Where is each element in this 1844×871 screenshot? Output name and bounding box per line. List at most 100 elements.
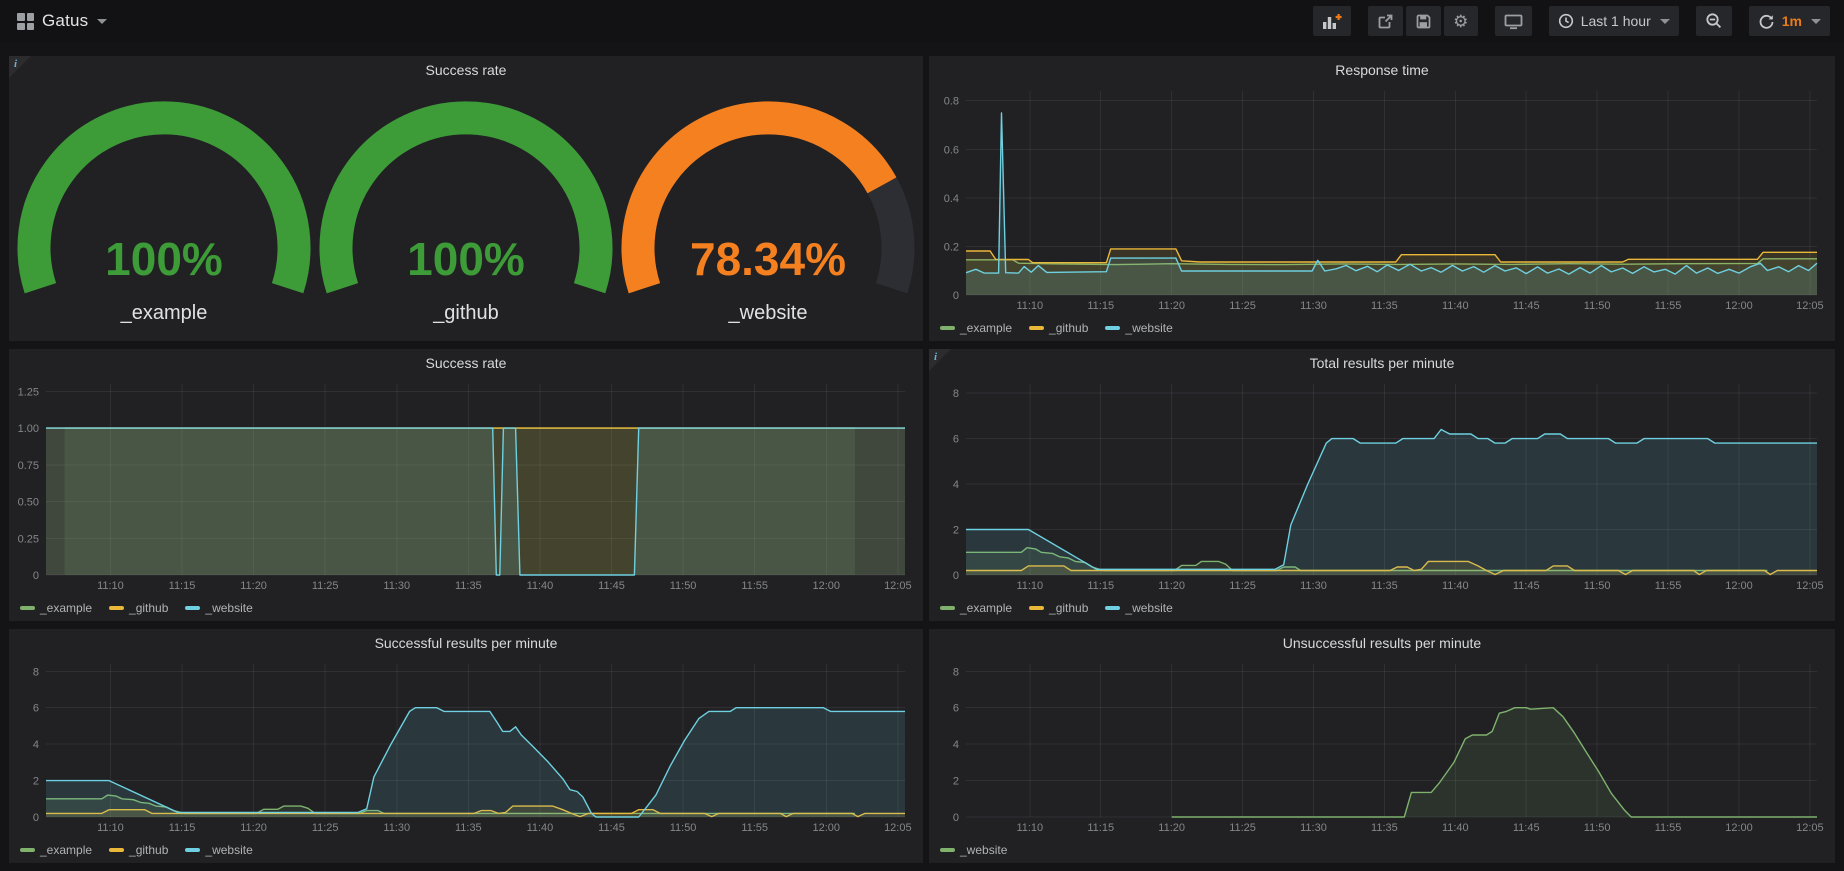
x-tick-label: 11:20 (240, 580, 267, 592)
x-tick-label: 12:05 (884, 822, 912, 834)
legend-item-_example[interactable]: _example (20, 843, 92, 857)
panel-title[interactable]: Success rate (9, 56, 923, 83)
legend-label: _website (1125, 321, 1172, 335)
legend-swatch (1029, 326, 1044, 330)
settings-button[interactable]: ⚙ (1444, 6, 1478, 36)
refresh-button[interactable]: 1m (1749, 6, 1830, 36)
save-icon (1415, 13, 1432, 30)
gauge-label: _github (316, 302, 616, 325)
x-tick-label: 11:15 (1087, 580, 1114, 592)
unsuccessful-results-chart[interactable]: 11:1011:1511:2011:2511:3011:3511:4011:45… (929, 656, 1835, 837)
x-tick-label: 11:20 (1158, 822, 1185, 834)
y-tick-label: 0.50 (18, 497, 39, 509)
panel-info-icon[interactable] (929, 349, 951, 371)
x-tick-label: 11:55 (1655, 580, 1682, 592)
panel-info-icon[interactable] (9, 56, 31, 78)
dashboard-picker-button[interactable]: Gatus (14, 6, 109, 36)
legend-item-_website[interactable]: _website (185, 843, 252, 857)
x-tick-label: 11:50 (1584, 822, 1611, 834)
y-tick-label: 4 (953, 739, 959, 751)
y-tick-label: 6 (953, 703, 959, 715)
y-tick-label: 4 (33, 739, 39, 751)
zoom-out-button[interactable] (1696, 6, 1732, 36)
y-tick-label: 2 (953, 776, 959, 788)
x-tick-label: 11:55 (741, 822, 768, 834)
panel-title[interactable]: Unsuccessful results per minute (929, 629, 1835, 656)
time-range-label: Last 1 hour (1581, 13, 1651, 29)
response-time-chart[interactable]: 11:1011:1511:2011:2511:3011:3511:4011:45… (929, 83, 1835, 315)
x-tick-label: 11:45 (1513, 580, 1540, 592)
x-tick-label: 11:55 (741, 580, 768, 592)
legend-item-_website[interactable]: _website (1105, 601, 1172, 615)
x-tick-label: 11:20 (1158, 300, 1185, 312)
panel-successful-results: Successful results per minute 11:1011:15… (9, 629, 923, 863)
x-tick-label: 11:15 (1087, 300, 1114, 312)
x-tick-label: 11:25 (312, 580, 339, 592)
gauge-row: 100% _example 100% _github 78.34% _websi… (9, 83, 923, 341)
y-tick-label: 1.25 (18, 386, 39, 398)
x-tick-label: 11:35 (1371, 822, 1398, 834)
gauge-arc (618, 86, 918, 338)
gauge-arc (316, 86, 616, 338)
legend-swatch (109, 848, 124, 852)
y-tick-label: 0.4 (944, 193, 959, 205)
x-tick-label: 11:15 (169, 580, 196, 592)
legend-item-_example[interactable]: _example (940, 601, 1012, 615)
chart-legend: _website (929, 837, 1835, 863)
panel-title[interactable]: Response time (929, 56, 1835, 83)
legend-label: _website (960, 843, 1007, 857)
gauge-example: 100% _example (14, 86, 314, 338)
legend-swatch (185, 848, 200, 852)
legend-swatch (20, 848, 35, 852)
y-tick-label: 2 (33, 776, 39, 788)
panel-title[interactable]: Total results per minute (929, 349, 1835, 376)
gauge-arc (14, 86, 314, 338)
chart-legend: _example _github _website (929, 315, 1835, 341)
legend-label: _github (1049, 601, 1088, 615)
panel-title[interactable]: Successful results per minute (9, 629, 923, 656)
y-tick-label: 0.75 (18, 460, 39, 472)
y-tick-label: 0.25 (18, 533, 39, 545)
dashboard-title: Gatus (42, 11, 88, 31)
y-tick-label: 6 (953, 434, 959, 446)
y-tick-label: 4 (953, 479, 959, 491)
x-tick-label: 11:10 (1016, 822, 1043, 834)
legend-swatch (109, 606, 124, 610)
x-tick-label: 11:25 (312, 822, 339, 834)
legend-swatch (1105, 606, 1120, 610)
success-rate-chart[interactable]: 11:1011:1511:2011:2511:3011:3511:4011:45… (9, 376, 923, 595)
legend-item-_github[interactable]: _github (109, 843, 168, 857)
add-panel-button[interactable] (1313, 6, 1351, 36)
legend-item-_github[interactable]: _github (1029, 321, 1088, 335)
x-tick-label: 11:35 (1371, 300, 1398, 312)
tv-mode-button[interactable] (1495, 6, 1532, 36)
legend-item-_github[interactable]: _github (109, 601, 168, 615)
x-tick-label: 11:55 (1655, 822, 1682, 834)
chart-legend: _example _github _website (929, 595, 1835, 621)
save-button[interactable] (1406, 6, 1441, 36)
panel-title[interactable]: Success rate (9, 349, 923, 376)
x-tick-label: 11:15 (169, 822, 196, 834)
y-tick-label: 0 (953, 290, 959, 302)
successful-results-chart[interactable]: 11:1011:1511:2011:2511:3011:3511:4011:45… (9, 656, 923, 837)
legend-item-_example[interactable]: _example (20, 601, 92, 615)
legend-item-_github[interactable]: _github (1029, 601, 1088, 615)
panel-total-results: i Total results per minute 11:1011:1511:… (929, 349, 1835, 621)
total-results-chart[interactable]: 11:1011:1511:2011:2511:3011:3511:4011:45… (929, 376, 1835, 595)
legend-item-_website[interactable]: _website (185, 601, 252, 615)
y-tick-label: 0 (953, 812, 959, 824)
time-range-button[interactable]: Last 1 hour (1549, 6, 1679, 36)
x-tick-label: 11:55 (1655, 300, 1682, 312)
info-icon-glyph: i (934, 351, 937, 363)
x-tick-label: 11:10 (1016, 300, 1043, 312)
x-tick-label: 11:40 (1442, 580, 1469, 592)
share-button[interactable] (1368, 6, 1403, 36)
dashboard-grid: i Success rate 100% _example 100% _githu… (0, 42, 1844, 863)
panel-response-time: Response time 11:1011:1511:2011:2511:301… (929, 56, 1835, 341)
navbar: Gatus ⚙ (0, 0, 1844, 42)
x-tick-label: 11:50 (1584, 300, 1611, 312)
y-tick-label: 6 (33, 703, 39, 715)
legend-item-_website[interactable]: _website (940, 843, 1007, 857)
legend-item-_website[interactable]: _website (1105, 321, 1172, 335)
legend-item-_example[interactable]: _example (940, 321, 1012, 335)
